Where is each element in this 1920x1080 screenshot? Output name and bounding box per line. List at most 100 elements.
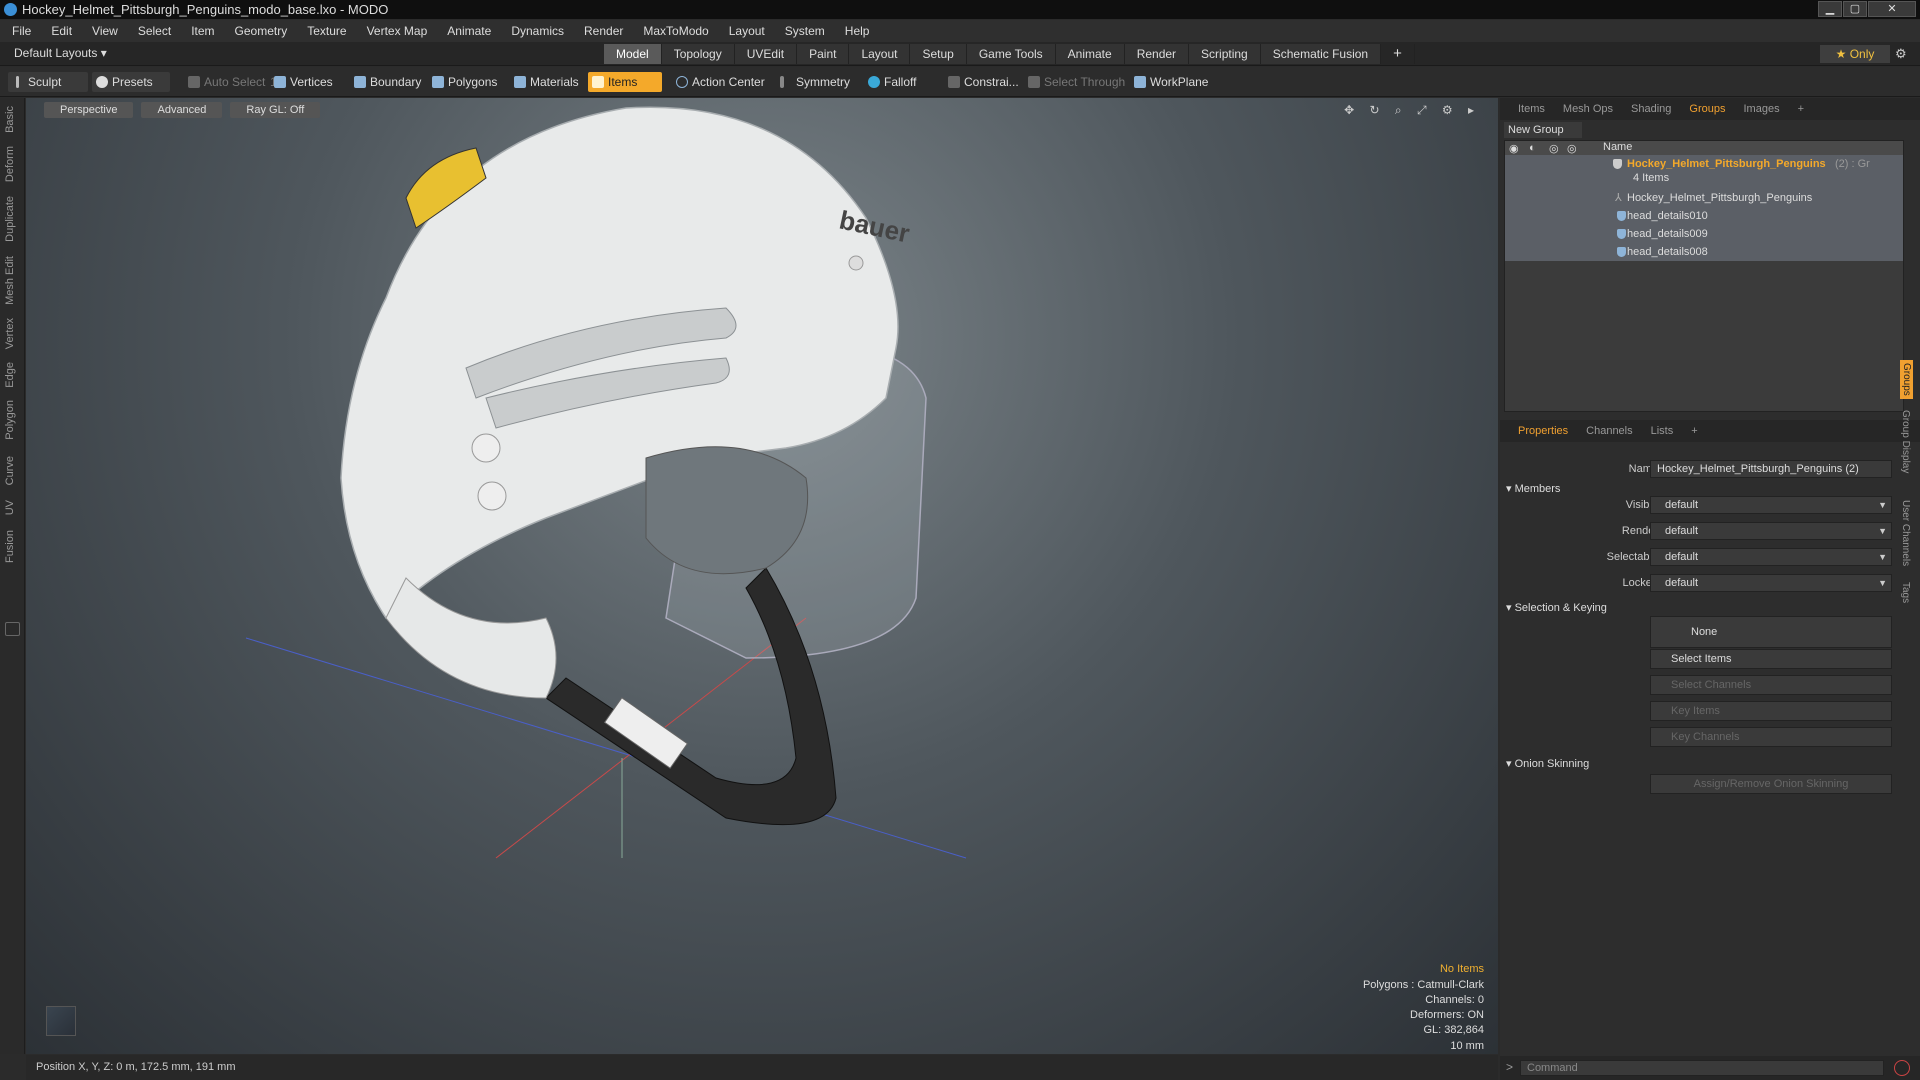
select-channels-button[interactable]: Select Channels [1650,675,1892,695]
lock-icon[interactable]: ◎ [1549,142,1559,155]
side-tab-tags[interactable]: Tags [1900,582,1911,603]
vertices-button[interactable]: Vertices [270,72,333,92]
menu-help[interactable]: Help [845,24,870,38]
menu-layout[interactable]: Layout [729,24,765,38]
falloff-button[interactable]: Falloff [864,72,916,92]
left-tab-polygon[interactable]: Polygon [4,400,16,440]
left-tab-deform[interactable]: Deform [4,146,16,182]
key-items-button[interactable]: Key Items [1650,701,1892,721]
menu-system[interactable]: System [785,24,825,38]
default-layouts-dropdown[interactable]: Default Layouts ▾ [14,46,107,60]
select-items-button[interactable]: Select Items [1650,649,1892,669]
maximize-button[interactable]: ▢ [1843,1,1867,17]
side-tab-group-display[interactable]: Group Display [1900,410,1911,473]
polygons-button[interactable]: Polygons [428,72,497,92]
tab-model[interactable]: Model [604,44,662,64]
left-tab-curve[interactable]: Curve [4,456,16,485]
group-member-row[interactable]: head_details010 [1505,207,1903,225]
gear-icon[interactable]: ⚙ [1895,46,1907,62]
3d-viewport[interactable]: Perspective Advanced Ray GL: Off ✥ ↻ ⌕ ⤢… [26,98,1498,1054]
tab-render[interactable]: Render [1124,44,1190,64]
tab-layout[interactable]: Layout [849,44,911,64]
command-input[interactable]: Command [1520,1060,1884,1076]
side-tab-groups[interactable]: Groups [1900,360,1913,399]
menu-animate[interactable]: Animate [447,24,491,38]
left-tab-edge[interactable]: Edge [4,362,16,388]
eye-icon[interactable]: ◉ [1509,142,1519,155]
menu-render[interactable]: Render [584,24,623,38]
tab-lists[interactable]: Lists [1651,425,1674,437]
members-section[interactable]: ▾ Members [1506,482,1560,495]
auto-select-button[interactable]: Auto Select [184,72,265,92]
left-tab-fusion[interactable]: Fusion [4,530,16,563]
action-center-button[interactable]: Action Center [672,72,765,92]
side-tab-user-channels[interactable]: User Channels [1900,500,1911,566]
tab-properties[interactable]: Properties [1518,425,1568,437]
tab-images[interactable]: Images [1744,103,1780,115]
selection-keying-section[interactable]: ▾ Selection & Keying [1506,601,1607,614]
menu-select[interactable]: Select [138,24,171,38]
menu-maxtomodo[interactable]: MaxToModo [643,24,708,38]
minimize-button[interactable]: ▁ [1818,1,1842,17]
menu-view[interactable]: View [92,24,118,38]
left-tab-duplicate[interactable]: Duplicate [4,196,16,242]
menu-dynamics[interactable]: Dynamics [511,24,564,38]
presets-button[interactable]: Presets [92,72,170,92]
menu-texture[interactable]: Texture [307,24,346,38]
group-member-row[interactable]: ⅄ Hockey_Helmet_Pittsburgh_Penguins [1505,189,1903,207]
group-member-row[interactable]: head_details009 [1505,225,1903,243]
group-name-field[interactable]: Hockey_Helmet_Pittsburgh_Penguins (2) [1650,460,1892,478]
add-prop-tab[interactable]: + [1691,425,1697,437]
visible-select[interactable]: default ▼ [1650,496,1892,514]
render-icon[interactable]: ◐ [1529,142,1536,154]
materials-button[interactable]: Materials [510,72,579,92]
menu-item[interactable]: Item [191,24,214,38]
items-button[interactable]: Items [588,72,662,92]
menu-geometry[interactable]: Geometry [235,24,288,38]
menu-file[interactable]: File [12,24,31,38]
boundary-button[interactable]: Boundary [350,72,421,92]
tab-uvedit[interactable]: UVEdit [734,44,798,64]
workplane-button[interactable]: WorkPlane [1130,72,1208,92]
render-select[interactable]: default ▼ [1650,522,1892,540]
symmetry-button[interactable]: Symmetry [776,72,850,92]
tab-scripting[interactable]: Scripting [1189,44,1261,64]
tab-game-tools[interactable]: Game Tools [966,44,1056,64]
none-button[interactable]: None [1650,616,1892,648]
command-stop-icon[interactable] [1894,1060,1910,1076]
group-root-row[interactable]: Hockey_Helmet_Pittsburgh_Penguins (2) : … [1505,155,1903,189]
selectable-select[interactable]: default ▼ [1650,548,1892,566]
tab-paint[interactable]: Paint [797,44,850,64]
new-group-button[interactable]: New Group [1504,122,1582,138]
only-toggle[interactable]: ★ Only [1820,45,1890,63]
constraints-button[interactable]: Constrai... [944,72,1019,92]
tab-items[interactable]: Items [1518,103,1545,115]
expand-tabs-button[interactable] [5,622,20,636]
tab-mesh-ops[interactable]: Mesh Ops [1563,103,1613,115]
tab-animate[interactable]: Animate [1055,44,1125,64]
locked-select[interactable]: default ▼ [1650,574,1892,592]
tab-shading[interactable]: Shading [1631,103,1671,115]
tab-channels[interactable]: Channels [1586,425,1632,437]
select-through-button[interactable]: Select Through [1024,72,1125,92]
add-panel-tab[interactable]: + [1798,103,1804,115]
left-tab-vertex[interactable]: Vertex [4,318,16,349]
tab-groups[interactable]: Groups [1689,103,1725,115]
tab-setup[interactable]: Setup [910,44,967,64]
add-tab-button[interactable]: + [1381,44,1415,64]
tab-schematic-fusion[interactable]: Schematic Fusion [1260,44,1382,64]
select-icon[interactable]: ◎ [1567,142,1577,155]
group-member-row[interactable]: head_details008 [1505,243,1903,261]
menu-vertex-map[interactable]: Vertex Map [367,24,428,38]
onion-skinning-button[interactable]: Assign/Remove Onion Skinning [1650,774,1892,794]
left-tab-basic[interactable]: Basic [4,106,16,133]
left-tab-uv[interactable]: UV [4,500,16,515]
sculpt-button[interactable]: Sculpt [8,72,88,92]
key-channels-button[interactable]: Key Channels [1650,727,1892,747]
close-button[interactable]: ✕ [1868,1,1916,17]
left-tab-mesh-edit[interactable]: Mesh Edit [4,256,16,305]
group-root-count: 4 Items [1633,172,1670,184]
onion-skinning-section[interactable]: ▾ Onion Skinning [1506,757,1589,770]
tab-topology[interactable]: Topology [661,44,735,64]
menu-edit[interactable]: Edit [51,24,72,38]
